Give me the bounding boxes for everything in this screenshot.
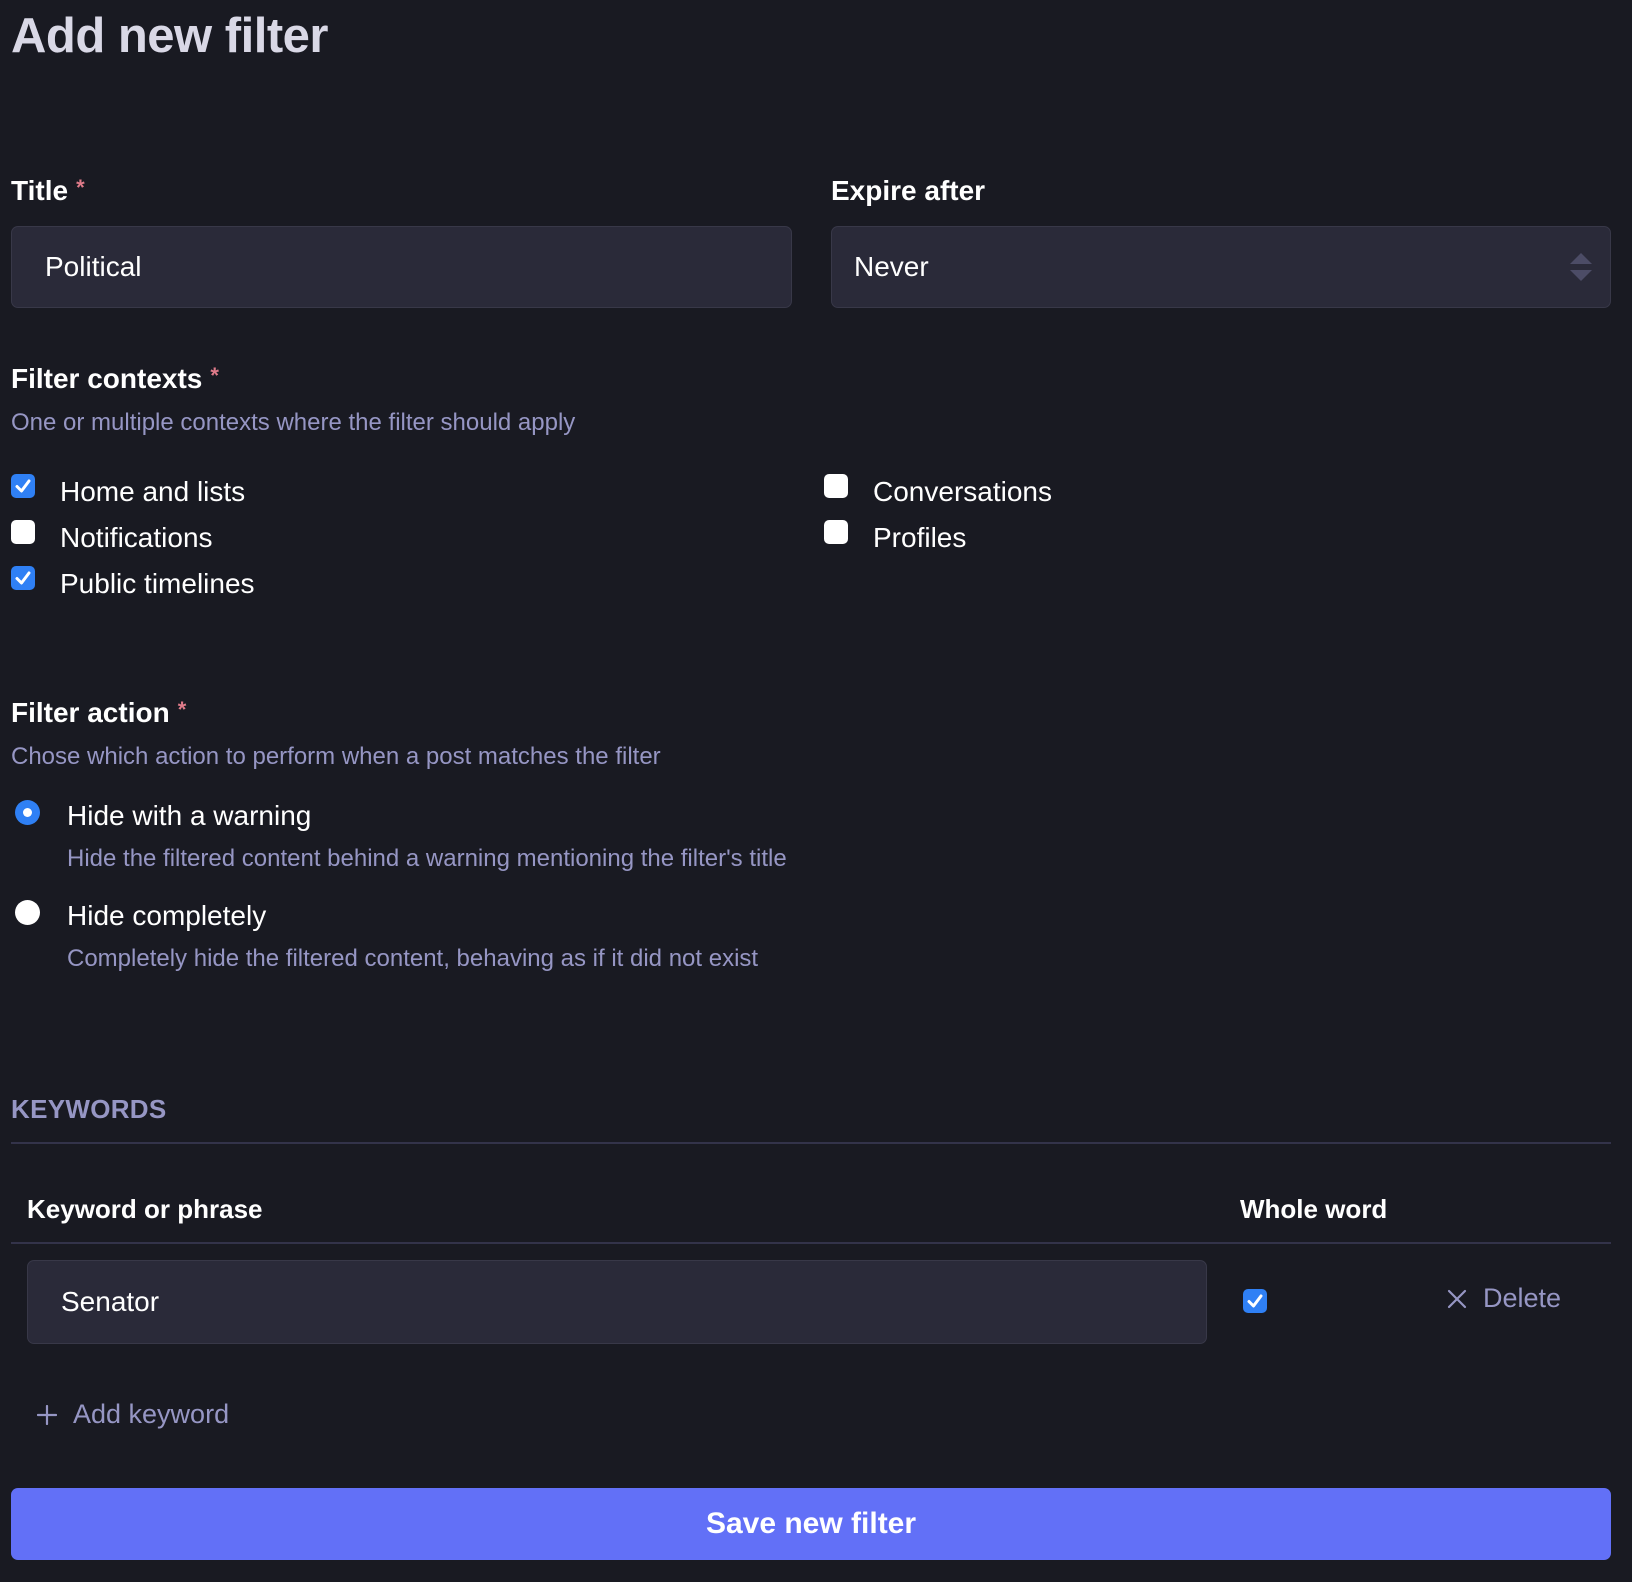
add-keyword-label: Add keyword bbox=[73, 1399, 230, 1429]
whole-word-checkbox[interactable] bbox=[1243, 1289, 1267, 1313]
context-label: Notifications bbox=[60, 522, 213, 553]
page-title: Add new filter bbox=[11, 9, 328, 63]
keyword-input[interactable]: Senator bbox=[27, 1260, 1207, 1344]
expire-select-value: Never bbox=[854, 251, 929, 282]
checkbox-notifications[interactable] bbox=[11, 520, 35, 544]
context-option-conversations[interactable]: Conversations bbox=[824, 474, 1052, 508]
title-input-value: Political bbox=[45, 251, 142, 282]
checkbox-home[interactable] bbox=[11, 474, 35, 498]
action-option-description: Completely hide the filtered content, be… bbox=[67, 945, 759, 972]
checkbox-conversations[interactable] bbox=[824, 474, 848, 498]
title-label: Title * bbox=[11, 175, 85, 207]
column-header-keyword: Keyword or phrase bbox=[27, 1194, 263, 1224]
checkmark-icon bbox=[15, 479, 31, 493]
checkbox-profiles[interactable] bbox=[824, 520, 848, 544]
expire-select[interactable]: Never bbox=[831, 226, 1611, 308]
action-option-label: Hide completely bbox=[67, 900, 267, 931]
add-keyword-button[interactable]: Add keyword bbox=[37, 1399, 229, 1430]
context-label: Home and lists bbox=[60, 476, 246, 507]
header-divider bbox=[11, 1242, 1611, 1244]
keyword-input-value: Senator bbox=[61, 1286, 160, 1317]
context-label: Public timelines bbox=[60, 568, 255, 599]
contexts-label: Filter contexts * bbox=[11, 363, 219, 395]
checkmark-icon bbox=[1247, 1294, 1263, 1308]
context-option-public[interactable]: Public timelines bbox=[11, 566, 255, 600]
keywords-section-title: KEYWORDS bbox=[11, 1094, 167, 1124]
delete-keyword-button[interactable]: Delete bbox=[1447, 1283, 1561, 1314]
action-label-text: Filter action bbox=[11, 697, 170, 728]
context-label: Profiles bbox=[873, 522, 967, 553]
context-option-home[interactable]: Home and lists bbox=[11, 474, 245, 508]
title-input[interactable]: Political bbox=[11, 226, 792, 308]
checkmark-icon bbox=[15, 571, 31, 585]
expire-label: Expire after bbox=[831, 175, 986, 206]
context-option-notifications[interactable]: Notifications bbox=[11, 520, 213, 554]
action-hint: Chose which action to perform when a pos… bbox=[11, 743, 661, 770]
radio-hide-completely[interactable] bbox=[15, 900, 40, 925]
title-label-text: Title bbox=[11, 175, 69, 206]
context-option-profiles[interactable]: Profiles bbox=[824, 520, 966, 554]
checkbox-public[interactable] bbox=[11, 566, 35, 590]
contexts-label-text: Filter contexts bbox=[11, 363, 203, 394]
radio-hide-warning[interactable] bbox=[15, 800, 40, 825]
column-header-whole-word: Whole word bbox=[1240, 1194, 1388, 1224]
save-filter-button[interactable]: Save new filter bbox=[11, 1488, 1611, 1560]
required-asterisk: * bbox=[76, 175, 85, 200]
required-asterisk: * bbox=[210, 363, 219, 388]
contexts-hint: One or multiple contexts where the filte… bbox=[11, 409, 576, 436]
keywords-divider bbox=[11, 1142, 1611, 1144]
context-label: Conversations bbox=[873, 476, 1052, 507]
close-icon bbox=[1447, 1289, 1467, 1308]
plus-icon bbox=[37, 1404, 57, 1425]
select-arrows-icon bbox=[1570, 253, 1592, 281]
action-option-label: Hide with a warning bbox=[67, 800, 312, 831]
delete-label: Delete bbox=[1483, 1283, 1562, 1313]
required-asterisk: * bbox=[177, 697, 187, 722]
action-label: Filter action * bbox=[11, 697, 186, 729]
action-option-description: Hide the filtered content behind a warni… bbox=[67, 845, 787, 872]
